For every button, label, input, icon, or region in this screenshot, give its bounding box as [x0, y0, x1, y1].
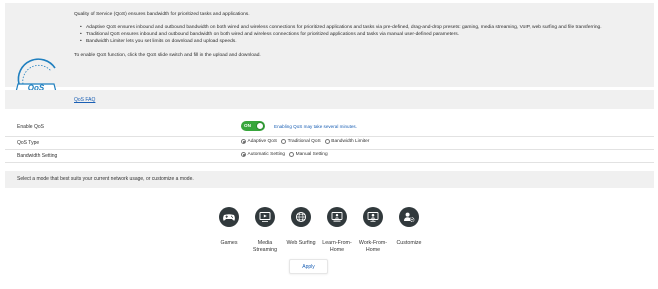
mode-label: Customize: [396, 240, 422, 246]
learn-from-home-icon: [327, 207, 347, 227]
toggle-state-text: ON: [244, 123, 251, 128]
radio-adaptive-qos[interactable]: Adaptive QoS: [241, 139, 277, 144]
qos-type-radio-group: Adaptive QoS Traditional QoS Bandwidth L…: [241, 139, 373, 144]
faq-panel: [5, 90, 654, 109]
qos-faq-link[interactable]: QoS FAQ: [74, 97, 95, 103]
media-streaming-icon: [255, 207, 275, 227]
gamepad-icon: [219, 207, 239, 227]
customize-icon: [399, 207, 419, 227]
radio-automatic-setting[interactable]: Automatic Setting: [241, 152, 285, 157]
enable-qos-label: Enable QoS: [17, 124, 44, 130]
qos-speedometer-logo: QoS: [15, 58, 57, 92]
row-divider: [5, 136, 654, 137]
intro-heading: Quality of Service (QoS) ensures bandwid…: [74, 12, 250, 17]
radio-manual-setting[interactable]: Manual Setting: [289, 152, 328, 157]
intro-footer: To enable QoS function, click the QoS sl…: [74, 53, 261, 58]
intro-bullet-limiter: Bandwidth Limiter lets you set limits on…: [80, 39, 237, 45]
mode-hint-text: Select a mode that best suits your curre…: [17, 176, 194, 182]
enable-qos-toggle[interactable]: ON: [241, 121, 265, 131]
row-divider: [5, 149, 654, 150]
bandwidth-setting-label: Bandwidth Setting: [17, 153, 58, 159]
intro-bullet-traditional: Traditional QoS ensures inbound and outb…: [80, 32, 459, 38]
qos-type-label: QoS Type: [17, 140, 40, 146]
radio-bandwidth-limiter[interactable]: Bandwidth Limiter: [324, 139, 369, 144]
bandwidth-setting-radio-group: Automatic Setting Manual Setting: [241, 152, 332, 157]
work-from-home-icon: [363, 207, 383, 227]
web-surfing-icon: [291, 207, 311, 227]
apply-button[interactable]: Apply: [289, 259, 328, 274]
radio-traditional-qos[interactable]: Traditional QoS: [281, 139, 321, 144]
row-divider: [5, 162, 654, 163]
enable-qos-note: Enabling QoS may take several minutes.: [274, 124, 357, 129]
intro-bullet-adaptive: Adaptive QoS ensures inbound and outboun…: [80, 25, 602, 31]
toggle-knob: [256, 122, 264, 130]
